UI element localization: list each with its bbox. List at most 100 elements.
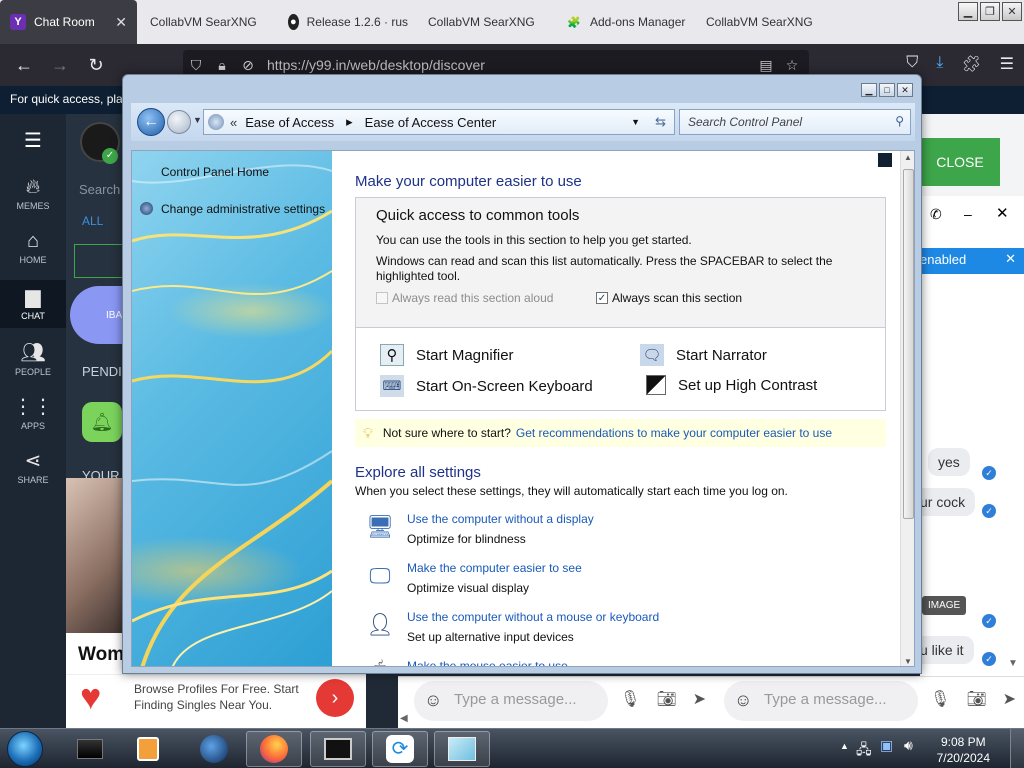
sidebar-item-people[interactable]: 👥︎ PEOPLE [0, 340, 66, 377]
tool-label[interactable]: Set up High Contrast [678, 377, 817, 394]
extensions-icon[interactable]: 🧩︎ [961, 54, 981, 74]
send-icon[interactable]: ➤ [693, 689, 706, 709]
ad-body[interactable]: ♥ Browse Profiles For Free. Start Findin… [66, 674, 366, 728]
tool-label[interactable]: Start On-Screen Keyboard [416, 378, 593, 395]
reload-icon[interactable]: ↻ [78, 55, 114, 76]
start-narrator-tool[interactable]: 🗨︎ Start Narrator [640, 344, 767, 366]
image-label[interactable]: IMAGE [922, 596, 967, 615]
sidebar-item-share[interactable]: ⋖ SHARE [0, 448, 66, 485]
bookmark-star-icon[interactable]: ☆ [779, 57, 805, 74]
close-icon[interactable]: ✕ [1002, 2, 1022, 21]
high-contrast-tool[interactable]: Set up High Contrast [646, 375, 817, 395]
message-input[interactable]: ☺ Type a message... [724, 681, 918, 721]
restore-icon[interactable]: ❐ [980, 2, 1000, 21]
minimize-icon[interactable]: ▁ [958, 2, 978, 21]
back-button[interactable]: ← [137, 108, 165, 136]
scroll-down-icon[interactable]: ▼ [1008, 658, 1018, 669]
forward-button[interactable] [167, 110, 191, 134]
refresh-icon[interactable]: ⇆ [655, 114, 666, 130]
download-icon[interactable]: ⤓ [936, 54, 943, 74]
taskbar-app-media-center[interactable] [62, 731, 118, 767]
avatar-pill[interactable]: IBA [70, 286, 130, 344]
read-aloud-label[interactable]: Always read this section aloud [392, 291, 553, 305]
menu-icon[interactable]: ☰ [1000, 54, 1014, 74]
taskbar-app-control-panel[interactable] [434, 731, 490, 767]
ad-text[interactable]: Browse Profiles For Free. Start Finding … [134, 681, 314, 713]
emoji-icon[interactable]: ☺ [734, 690, 752, 711]
send-icon[interactable]: ➤ [1003, 689, 1016, 709]
content-scrollbar[interactable]: ▲ ▼ [900, 151, 914, 666]
breadcrumb-chevron-icon[interactable]: « [230, 115, 237, 130]
network-icon[interactable]: 🖧 [856, 739, 872, 763]
start-button[interactable] [7, 731, 43, 767]
forward-arrow-icon[interactable]: → [42, 55, 78, 76]
tab-collabvm-searxng-1[interactable]: CollabVM SearXNG [140, 0, 276, 44]
volume-icon[interactable]: 🔊︎ [904, 737, 913, 754]
breadcrumb-separator-icon[interactable]: ▸ [346, 114, 353, 130]
display-tray-icon[interactable]: ▣ [880, 737, 893, 754]
back-arrow-icon[interactable]: ← [6, 55, 42, 76]
scan-section-label[interactable]: Always scan this section [612, 291, 742, 305]
change-admin-settings-link[interactable]: Change administrative settings [161, 202, 325, 216]
tool-label[interactable]: Start Magnifier [416, 347, 514, 364]
sidebar-item-apps[interactable]: ⋮⋮ APPS [0, 394, 66, 431]
permissions-icon[interactable]: ⊘ [235, 57, 261, 74]
minimize-icon[interactable]: ▁ [861, 83, 877, 97]
setting-link-without-display[interactable]: Use the computer without a display [407, 512, 594, 526]
shield-icon[interactable]: ⛉ [183, 57, 209, 74]
close-button[interactable]: CLOSE [920, 138, 1000, 186]
scroll-down-icon[interactable]: ▼ [904, 657, 912, 666]
tab-addons-manager[interactable]: 🧩 Add-ons Manager [556, 0, 694, 44]
show-hidden-icons-icon[interactable]: ▲ [840, 741, 849, 751]
microphone-icon[interactable]: 🎙︎ [620, 689, 640, 709]
scroll-left-icon[interactable]: ◀ [400, 713, 408, 724]
lock-icon[interactable]: 🔒︎ [209, 57, 235, 74]
filter-all[interactable]: ALL [82, 214, 103, 228]
search-icon[interactable]: ⚲ [895, 114, 904, 128]
scroll-thumb[interactable] [903, 169, 914, 519]
sidebar-item-chat[interactable]: ▆ CHAT [0, 280, 66, 328]
minimize-icon[interactable]: – [964, 206, 972, 222]
phone-icon[interactable]: ✆ [930, 206, 942, 223]
clock[interactable]: 9:08 PM 7/20/2024 [937, 734, 990, 766]
breadcrumb-ease-of-access[interactable]: Ease of Access [245, 115, 334, 130]
tab-collabvm-searxng-2[interactable]: CollabVM SearXNG [418, 0, 554, 44]
recommendations-link[interactable]: Get recommendations to make your compute… [516, 426, 832, 440]
search-control-panel-input[interactable]: Search Control Panel ⚲ [679, 109, 911, 135]
maximize-icon[interactable]: □ [879, 83, 895, 97]
history-dropdown-icon[interactable]: ▼ [193, 115, 202, 125]
hamburger-icon[interactable]: ☰ [0, 128, 66, 153]
close-icon[interactable]: ✕ [897, 83, 913, 97]
bell-icon[interactable]: 🔔︎ [82, 402, 122, 442]
read-aloud-checkbox[interactable] [376, 292, 388, 304]
tool-label[interactable]: Start Narrator [676, 347, 767, 364]
camera-icon[interactable]: 📷︎ [656, 689, 676, 709]
tab-chat-room[interactable]: Y Chat Room ✕ [0, 0, 137, 44]
setting-link-without-mouse[interactable]: Use the computer without a mouse or keyb… [407, 610, 659, 624]
camera-icon[interactable]: 📷︎ [966, 689, 986, 709]
taskbar-app-globe[interactable] [186, 731, 242, 767]
start-magnifier-tool[interactable]: ⚲ Start Magnifier [380, 344, 514, 366]
ad-arrow-button[interactable]: › [316, 679, 354, 717]
setting-link-mouse-easier[interactable]: Make the mouse easier to use [407, 659, 568, 666]
taskbar-app-explorer[interactable] [310, 731, 366, 767]
show-desktop-button[interactable] [1010, 729, 1024, 768]
pocket-icon[interactable]: ⛉ [906, 54, 918, 74]
breadcrumb-ease-of-access-center[interactable]: Ease of Access Center [365, 115, 497, 130]
emoji-icon[interactable]: ☺ [424, 690, 442, 711]
scroll-up-icon[interactable]: ▲ [904, 153, 912, 162]
taskbar-app-media-player[interactable] [120, 731, 176, 767]
reader-view-icon[interactable]: ▤ [753, 57, 779, 74]
green-outline-box[interactable] [74, 244, 126, 278]
address-dropdown-icon[interactable]: ▼ [631, 117, 640, 127]
close-icon[interactable]: ✕ [115, 14, 127, 31]
taskbar-app-firefox[interactable] [246, 731, 302, 767]
scan-section-checkbox[interactable]: ✓ [596, 292, 608, 304]
taskbar-app-sync[interactable]: ⟳ [372, 731, 428, 767]
help-icon[interactable] [878, 153, 892, 167]
tab-collabvm-searxng-3[interactable]: CollabVM SearXNG [696, 0, 836, 44]
url-text[interactable]: https://y99.in/web/desktop/discover [267, 57, 485, 73]
search-label[interactable]: Search [79, 182, 120, 197]
address-bar[interactable]: « Ease of Access ▸ Ease of Access Center… [203, 109, 675, 135]
microphone-icon[interactable]: 🎙︎ [930, 689, 950, 709]
